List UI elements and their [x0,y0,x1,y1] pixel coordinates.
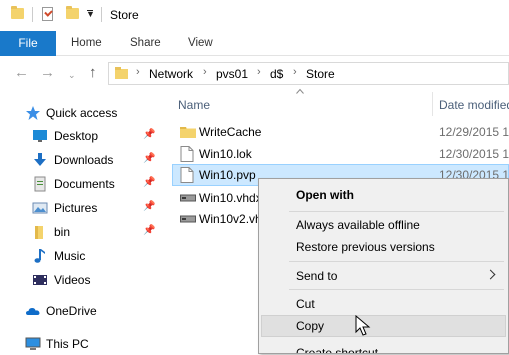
videos-icon [33,275,47,285]
menu-item-label: Open with [296,188,354,202]
menu-item-label: Copy [296,319,325,333]
sidebar-item-downloads[interactable]: Downloads 📌 [0,149,165,171]
menu-item-create-shortcut[interactable]: Create shortcut [261,342,506,354]
navigation-pane: Quick access Desktop 📌 Downloads 📌 Docum… [0,90,170,354]
menu-item-copy[interactable]: Copy [261,315,506,337]
sidebar-item-onedrive[interactable]: OneDrive [0,300,165,322]
window-title: Store [110,8,139,22]
sidebar-item-pictures[interactable]: Pictures 📌 [0,197,165,219]
title-bar: ▼ Store [0,0,509,31]
menu-item-always-available-offline[interactable]: Always available offline [261,214,506,236]
recent-locations-icon[interactable]: ⌄ [68,66,76,84]
tab-view[interactable]: View [188,31,213,56]
properties-icon[interactable] [42,7,53,21]
file-icon [180,146,194,162]
sidebar-item-this-pc[interactable]: This PC [0,333,165,355]
divider [101,7,102,22]
file-name: Win10.lok [199,147,252,161]
divider [32,7,33,22]
ribbon-tabs: File Home Share View [0,31,509,56]
menu-item-open-with[interactable]: Open with [261,184,506,206]
disk-icon [180,215,196,223]
folder-icon [115,67,128,79]
pictures-icon [32,202,48,214]
sidebar-item-label: Videos [54,273,91,287]
file-date: 12/30/2015 1 [439,147,509,161]
chevron-right-icon [485,269,496,280]
menu-item-label: Always available offline [296,218,420,232]
sidebar-item-music[interactable]: Music [0,245,165,267]
desktop-icon [33,130,47,142]
tab-home[interactable]: Home [71,31,102,56]
menu-divider [289,289,504,290]
sidebar-item-desktop[interactable]: Desktop 📌 [0,125,165,147]
menu-item-cut[interactable]: Cut [261,293,506,315]
pin-icon[interactable]: 📌 [143,154,155,164]
pin-icon[interactable]: 📌 [143,202,155,212]
sidebar-item-label: Music [54,249,86,263]
breadcrumb-store[interactable]: Store [306,67,335,81]
download-icon [34,153,46,166]
breadcrumb-pvs01[interactable]: pvs01 [216,67,248,81]
file-name: Win10.pvp [199,168,256,182]
navigation-bar: ← → ⌄ ↑ › Network › pvs01 › d$ › Store [0,57,509,90]
context-menu: Open with Always available offline Resto… [258,178,509,354]
star-icon [26,106,40,120]
chevron-right-icon: › [293,66,297,78]
folder-icon [180,127,196,138]
column-divider[interactable] [432,92,433,116]
chevron-right-icon: › [136,66,140,78]
sidebar-item-label: OneDrive [46,304,97,318]
folder-icon [11,6,24,19]
menu-item-label: Create shortcut [296,346,379,354]
sidebar-item-label: Documents [54,177,115,191]
forward-icon[interactable]: → [40,64,55,82]
sidebar-item-videos[interactable]: Videos [0,269,165,291]
breadcrumb-d[interactable]: d$ [270,67,283,81]
sidebar-item-bin[interactable]: bin 📌 [0,221,165,243]
sidebar-item-documents[interactable]: Documents 📌 [0,173,165,195]
up-icon[interactable]: ↑ [89,64,97,82]
music-icon [34,249,45,263]
sidebar-item-label: bin [54,225,71,239]
pin-icon[interactable]: 📌 [143,178,155,188]
mouse-cursor-icon [355,315,371,336]
sidebar-item-label: Downloads [54,153,114,167]
disk-icon [180,194,196,202]
documents-icon [34,176,46,192]
new-folder-icon[interactable] [66,6,79,19]
folder-icon [35,226,43,239]
file-name: Win10.vhdx [199,191,262,205]
menu-item-label: Restore previous versions [296,240,435,254]
pin-icon[interactable]: 📌 [143,226,155,236]
menu-item-label: Cut [296,297,315,311]
tab-file[interactable]: File [0,31,56,56]
sidebar-item-label: Quick access [46,106,118,120]
file-date: 12/29/2015 1 [439,125,509,139]
chevron-right-icon: › [203,66,207,78]
pin-icon[interactable]: 📌 [143,130,155,140]
sidebar-item-label: This PC [46,337,89,351]
list-item[interactable]: WriteCache 12/29/2015 1 [172,121,509,143]
file-icon [180,167,194,183]
menu-divider [289,261,504,262]
chevron-right-icon: › [257,66,261,78]
menu-divider [289,211,504,212]
sidebar-item-label: Pictures [54,201,98,215]
menu-item-label: Send to [296,269,338,283]
breadcrumb-network[interactable]: Network [149,67,193,81]
list-item[interactable]: Win10.lok 12/30/2015 1 [172,143,509,165]
sidebar-item-quick-access[interactable]: Quick access [0,102,165,124]
tab-share[interactable]: Share [130,31,161,56]
cloud-icon [26,308,40,315]
address-bar[interactable]: › Network › pvs01 › d$ › Store [108,62,509,85]
sort-ascending-icon [296,88,304,94]
menu-item-send-to[interactable]: Send to [261,265,506,287]
sidebar-item-label: Desktop [54,129,99,143]
menu-item-restore-previous-versions[interactable]: Restore previous versions [261,236,506,258]
computer-icon [25,337,41,350]
back-icon[interactable]: ← [14,64,29,82]
customize-toolbar-icon[interactable]: ▼ [86,7,95,22]
file-name: WriteCache [199,125,262,139]
